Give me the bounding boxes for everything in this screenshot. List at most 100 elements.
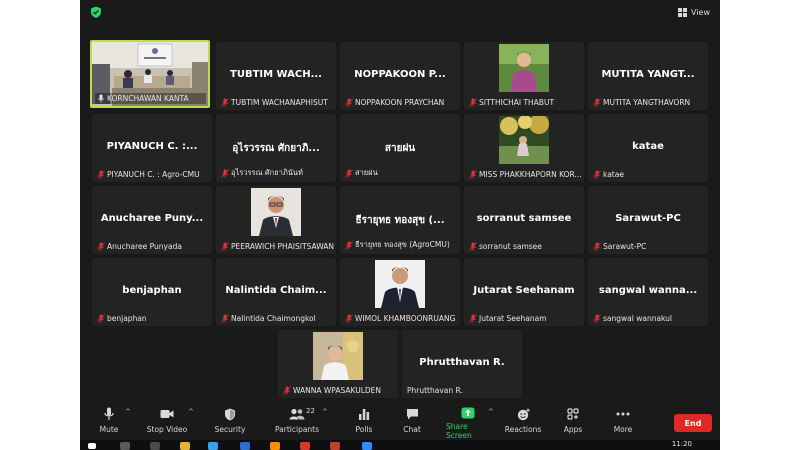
chrome-icon[interactable] [300,442,310,450]
profile-photo [313,332,363,380]
security-shield-icon [91,6,101,18]
stop-video-button[interactable]: Stop Video [146,406,188,440]
participants-count: 22 [306,407,315,415]
participant-tile[interactable]: PIYANUCH C. :... PIYANUCH C. : Agro-CMU [92,114,212,182]
share-options-caret-icon[interactable]: ^ [488,409,494,416]
mute-button[interactable]: Mute [96,406,122,440]
apps-button[interactable]: Apps [562,406,584,440]
participant-name-caption: benjaphan [95,313,210,324]
chat-bubble-icon [405,406,419,422]
participant-tile[interactable]: KORNCHAWAN KANTA [90,40,210,108]
participant-tile[interactable]: MUTITA YANGT... MUTITA YANGTHAVORN [588,42,708,110]
meeting-toolbar: Mute ^ Stop Video ^ Security Participant… [80,404,720,440]
muted-mic-icon [97,314,105,323]
apps-icon [566,406,580,422]
participant-tile[interactable]: TUBTIM WACH... TUBTIM WACHANAPHISUT [216,42,336,110]
participant-name-heading: katae [632,141,664,152]
app-icon[interactable] [270,442,280,450]
more-button[interactable]: More [612,406,634,440]
participant-name-caption: SITTHICHAI THABUT [467,97,582,108]
zoom-app-icon[interactable] [362,442,372,450]
participant-tile[interactable]: NOPPAKOON P... NOPPAKOON PRAYCHAN [340,42,460,110]
windows-start-icon[interactable] [88,443,96,449]
zoom-meeting-window: View KORNCHAWAN KANTA TUBTIM WACH... TUB… [80,0,720,450]
participant-name-heading: ธีรายุทธ ทองสุข (... [355,215,445,226]
participant-tile[interactable]: PEERAWICH PHAISITSAWAN [216,186,336,254]
participant-tile[interactable]: WANNA WPASAKULDEN [278,330,398,398]
participant-name-caption: katae [591,169,706,180]
participants-label: Participants [274,425,320,434]
video-options-caret-icon[interactable]: ^ [188,409,194,416]
muted-mic-icon [593,242,601,251]
word-icon[interactable] [240,442,250,450]
participant-name-heading: Phrutthavan R. [419,357,505,368]
chat-button[interactable]: Chat [400,406,424,440]
search-icon[interactable] [120,442,130,450]
profile-photo [499,44,549,92]
muted-mic-icon [221,98,229,107]
people-icon [288,406,306,422]
participant-tile[interactable]: sorranut samsee sorranut samsee [464,186,584,254]
participant-tile[interactable]: benjaphan benjaphan [92,258,212,326]
mute-label: Mute [99,425,119,434]
mute-options-caret-icon[interactable]: ^ [125,409,131,416]
participant-name-caption: MUTITA YANGTHAVORN [591,97,706,108]
muted-mic-icon [345,314,353,323]
participant-tile[interactable]: MISS PHAKKHAPORN KOR... [464,114,584,182]
muted-mic-icon [469,170,477,179]
end-meeting-button[interactable]: End [674,414,712,432]
participants-options-caret-icon[interactable]: ^ [322,409,328,416]
share-screen-button[interactable]: Share Screen [446,406,490,440]
participant-name-caption: TUBTIM WACHANAPHISUT [219,97,334,108]
participant-name-heading: สายฝน [384,143,416,154]
participant-name-heading: sorranut samsee [476,213,572,224]
participant-name-heading: TUBTIM WACH... [230,69,322,80]
participant-name-heading: Sarawut-PC [615,213,681,224]
participant-name-caption: WANNA WPASAKULDEN [281,385,396,396]
participant-tile[interactable]: Jutarat Seehanam Jutarat Seehanam [464,258,584,326]
participant-tile[interactable]: katae katae [588,114,708,182]
participant-tile[interactable]: Sarawut-PC Sarawut-PC [588,186,708,254]
participant-name-caption: Anucharee Punyada [95,241,210,252]
polls-button[interactable]: Polls [352,406,376,440]
muted-mic-icon [283,386,291,395]
participant-name-heading: Anucharee Puny... [100,213,204,224]
muted-mic-icon [593,314,601,323]
participant-name-caption: PEERAWICH PHAISITSAWAN [219,241,334,252]
participant-tile[interactable]: Anucharee Puny... Anucharee Punyada [92,186,212,254]
participant-tile[interactable]: Nalintida Chaim... Nalintida Chaimongkol [216,258,336,326]
participant-tile[interactable]: สายฝน สายฝน [340,114,460,182]
participant-name-caption: อุไรวรรณ ศักยาภินันท์ [219,166,334,180]
participant-name-heading: อุไรวรรณ ศักยาภิ... [232,143,320,154]
powerpoint-icon[interactable] [330,442,340,450]
reactions-button[interactable]: Reactions [505,406,541,440]
participant-name-caption: MISS PHAKKHAPORN KOR... [467,169,582,180]
participant-tile[interactable]: ธีรายุทธ ทองสุข (... ธีรายุทธ ทองสุข (Ag… [340,186,460,254]
edge-browser-icon[interactable] [208,442,218,450]
participant-tile[interactable]: WIMOL KHAMBOONRUANG [340,258,460,326]
security-button[interactable]: Security [212,406,248,440]
muted-mic-icon [345,240,353,250]
task-view-icon[interactable] [150,442,160,450]
profile-photo [251,188,301,236]
participants-button[interactable]: Participants 22 [274,406,320,440]
participant-name-caption: Nalintida Chaimongkol [219,313,334,324]
participant-tile[interactable]: Phrutthavan R. Phrutthavan R. [402,330,522,398]
participant-name-caption: NOPPAKOON PRAYCHAN [343,97,458,108]
participant-name-caption: ธีรายุทธ ทองสุข (AgroCMU) [343,238,458,252]
participant-tile[interactable]: SITTHICHAI THABUT [464,42,584,110]
file-explorer-icon[interactable] [180,442,190,450]
participant-name-heading: Jutarat Seehanam [473,285,575,296]
shield-icon [223,406,237,422]
view-button-label: View [691,7,710,17]
participant-name-caption: Sarawut-PC [591,241,706,252]
participant-tile[interactable]: sangwal wanna... sangwal wannakul [588,258,708,326]
participant-tile[interactable]: อุไรวรรณ ศักยาภิ... อุไรวรรณ ศักยาภินันท… [216,114,336,182]
view-button[interactable]: View [674,4,714,20]
participant-name-heading: MUTITA YANGT... [601,69,695,80]
smiley-plus-icon [516,406,530,422]
participant-name-caption: WIMOL KHAMBOONRUANG [343,313,458,324]
muted-mic-icon [345,168,353,178]
grid-view-icon [678,7,688,17]
polls-label: Polls [355,425,373,434]
